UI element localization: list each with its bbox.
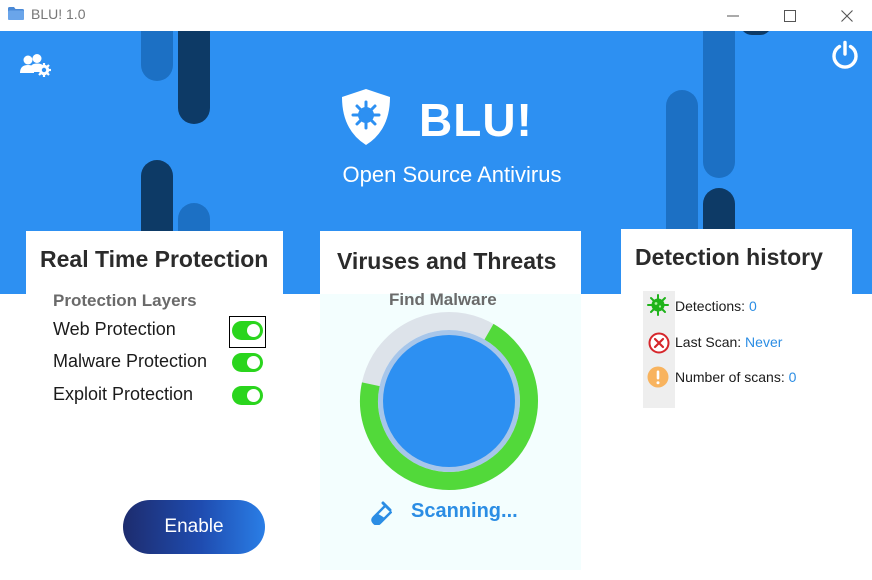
protection-layers-heading: Protection Layers <box>53 291 197 310</box>
brand-subtitle: Open Source Antivirus <box>342 162 562 187</box>
minimize-button[interactable] <box>710 0 756 31</box>
window-title: BLU! 1.0 <box>31 6 86 22</box>
folder-icon <box>8 7 24 20</box>
malware-protection-label: Malware Protection <box>53 351 208 371</box>
shield-virus-icon <box>342 89 390 145</box>
brand-title: BLU! <box>419 94 533 146</box>
minimize-icon <box>727 15 739 16</box>
last-scan-label: Last Scan: <box>675 334 742 350</box>
web-protection-label: Web Protection <box>53 319 176 339</box>
web-protection-toggle[interactable] <box>232 321 263 340</box>
test-tube-icon <box>371 501 392 525</box>
realtime-title: Real Time Protection <box>40 246 269 272</box>
decor-bar <box>740 31 772 35</box>
decor-bar <box>141 31 173 81</box>
number-of-scans-label: Number of scans: <box>675 369 785 385</box>
malware-protection-toggle[interactable] <box>232 353 263 372</box>
close-icon <box>841 9 853 22</box>
maximize-icon <box>784 9 796 22</box>
detections-row: Detections: 0 <box>675 298 757 314</box>
scan-status-text: Scanning... <box>411 500 518 522</box>
history-title: Detection history <box>635 244 823 270</box>
last-scan-value: Never <box>745 334 783 350</box>
decor-bar <box>703 31 735 178</box>
title-bar: BLU! 1.0 <box>0 0 872 31</box>
find-malware-heading: Find Malware <box>389 290 497 309</box>
decor-bar <box>178 31 210 124</box>
scan-progress-ring <box>360 312 538 490</box>
detections-label: Detections: <box>675 298 746 314</box>
exploit-protection-label: Exploit Protection <box>53 384 194 404</box>
exploit-protection-toggle[interactable] <box>232 386 263 405</box>
number-of-scans-value: 0 <box>788 369 797 385</box>
user-settings-icon[interactable] <box>19 53 52 79</box>
maximize-button[interactable] <box>767 0 813 31</box>
number-of-scans-row: Number of scans: 0 <box>675 369 796 385</box>
detection-history-card: Detection history <box>621 229 852 294</box>
close-button[interactable] <box>824 0 870 31</box>
power-icon[interactable] <box>830 40 860 70</box>
last-scan-row: Last Scan: Never <box>675 334 782 350</box>
error-icon <box>648 332 670 354</box>
warning-icon <box>647 366 669 388</box>
virus-icon <box>647 294 669 316</box>
enable-button[interactable]: Enable <box>123 500 265 554</box>
detections-value: 0 <box>748 298 757 314</box>
viruses-title: Viruses and Threats <box>337 248 557 274</box>
